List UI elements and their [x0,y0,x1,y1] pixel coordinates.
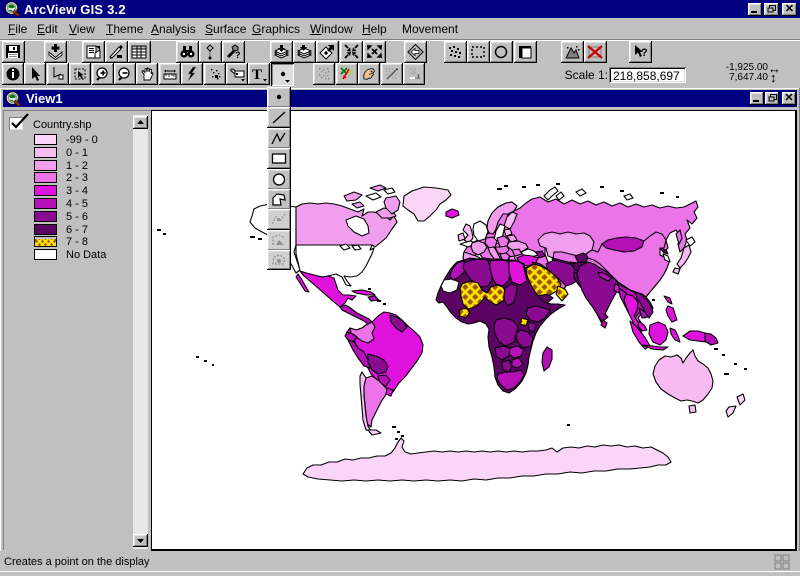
svg-text:?: ? [641,47,648,59]
svg-text:y: y [348,66,353,76]
svg-text:T: T [252,67,262,82]
svg-text:?: ? [235,50,241,60]
